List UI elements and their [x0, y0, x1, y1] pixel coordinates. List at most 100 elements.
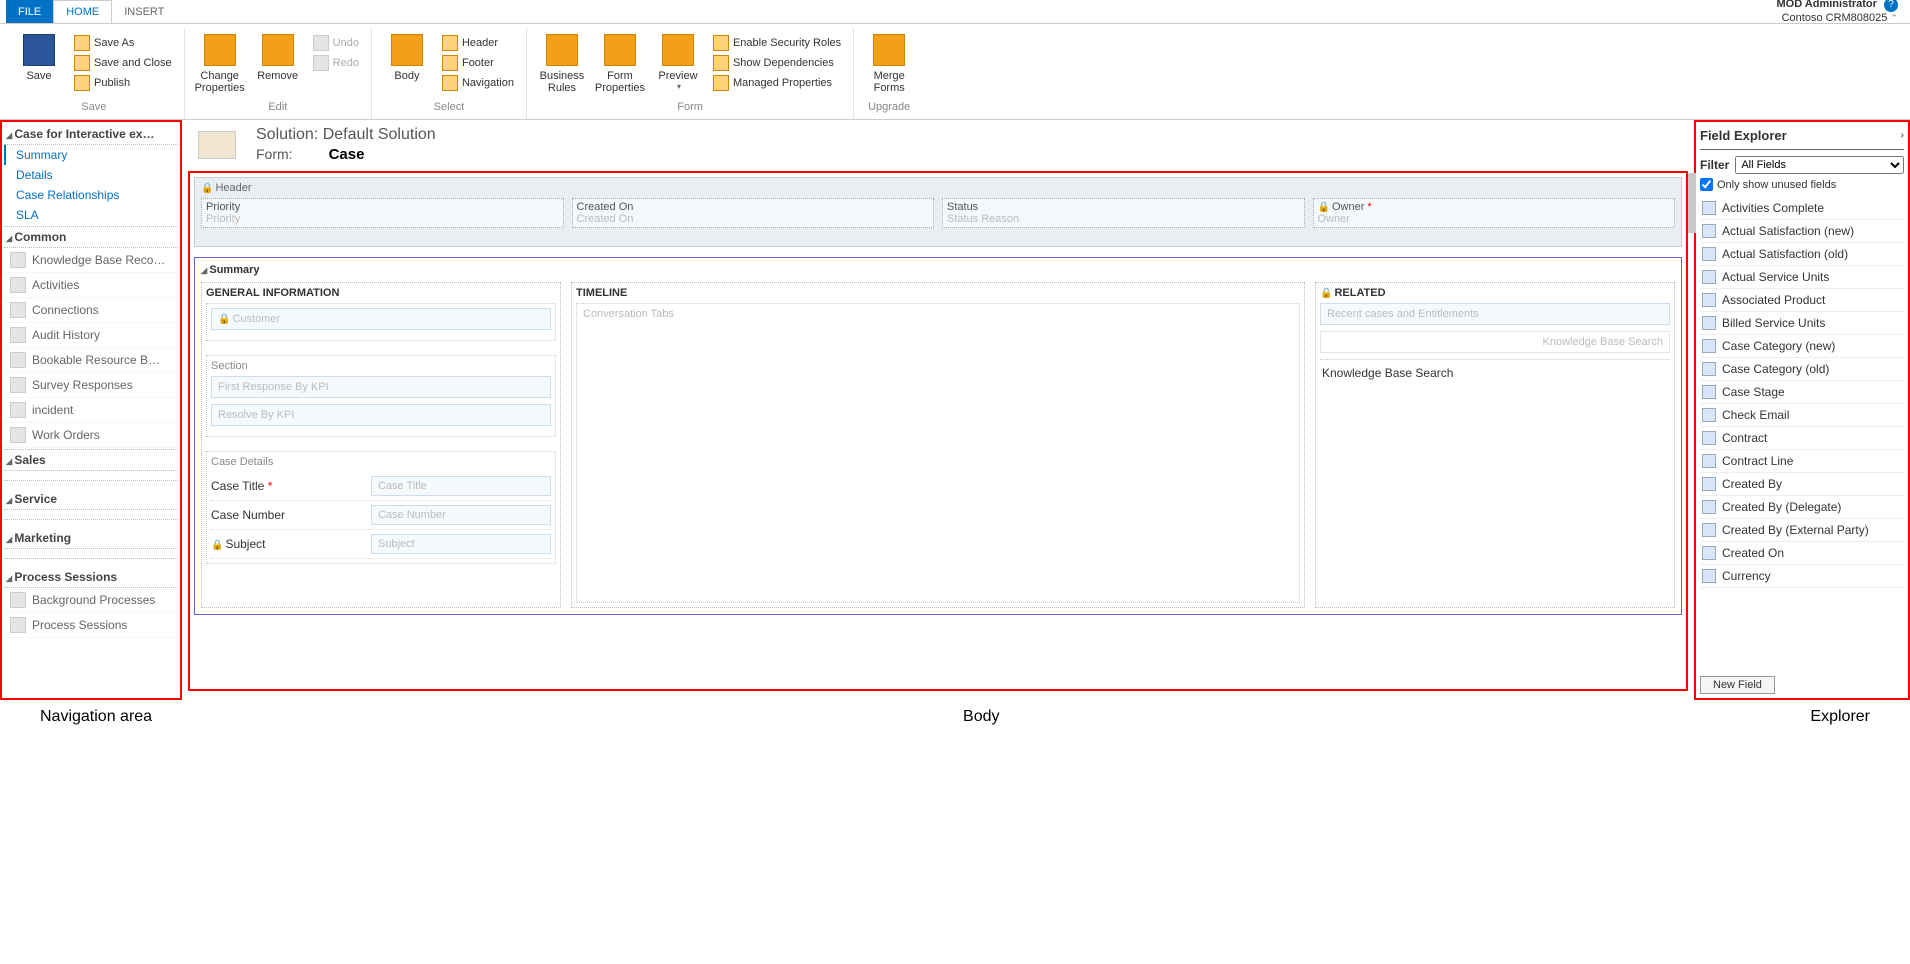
section-label: Case Details: [211, 456, 551, 468]
nav-group-case[interactable]: Case for Interactive ex…: [4, 124, 178, 145]
field-item[interactable]: Contract Line: [1700, 450, 1904, 473]
general-information-column[interactable]: GENERAL INFORMATION 🔒Customer Section Fi…: [201, 282, 561, 608]
recent-cases-control[interactable]: Recent cases and Entitlements: [1320, 303, 1670, 325]
field-item[interactable]: Created By (Delegate): [1700, 496, 1904, 519]
annotation-explorer: Explorer: [1810, 708, 1870, 726]
help-icon[interactable]: ?: [1884, 0, 1898, 12]
summary-tab[interactable]: Summary GENERAL INFORMATION 🔒Customer Se…: [194, 257, 1682, 615]
merge-forms-button[interactable]: Merge Forms: [862, 30, 916, 94]
nav-item-sla[interactable]: SLA: [4, 205, 178, 225]
field-placeholder: Status Reason: [947, 213, 1300, 225]
preview-button[interactable]: Preview: [651, 30, 705, 91]
field-item[interactable]: Actual Service Units: [1700, 266, 1904, 289]
filter-select[interactable]: All Fields: [1735, 156, 1904, 174]
remove-button[interactable]: Remove: [251, 30, 305, 82]
form-properties-button[interactable]: Form Properties: [593, 30, 647, 94]
nav-item-activities[interactable]: Activities: [4, 273, 178, 298]
field-resolve-by-kpi[interactable]: Resolve By KPI: [211, 404, 551, 426]
nav-item-case-relationships[interactable]: Case Relationships: [4, 185, 178, 205]
kb-search-placeholder[interactable]: Knowledge Base Search: [1320, 331, 1670, 353]
header-field-status[interactable]: Status Status Reason: [942, 198, 1305, 228]
nav-item-background-processes[interactable]: Background Processes: [4, 588, 178, 613]
timeline-column[interactable]: TIMELINE Conversation Tabs: [571, 282, 1305, 608]
field-label: Case Title: [211, 479, 264, 493]
nav-group-service[interactable]: Service: [4, 489, 178, 510]
undo-icon: [313, 35, 329, 51]
field-input[interactable]: Subject: [371, 534, 551, 554]
field-case-title[interactable]: Case Title * Case Title: [211, 472, 551, 501]
unused-fields-checkbox[interactable]: [1700, 178, 1713, 191]
nav-item-summary[interactable]: Summary: [4, 145, 178, 165]
header-section[interactable]: 🔒Header Priority Priority Created On Cre…: [194, 177, 1682, 247]
nav-item-bookable-resource[interactable]: Bookable Resource B…: [4, 348, 178, 373]
header-field-created-on[interactable]: Created On Created On: [572, 198, 935, 228]
header-button[interactable]: Header: [438, 34, 518, 52]
business-rules-button[interactable]: Business Rules: [535, 30, 589, 94]
header-field-owner[interactable]: 🔒Owner * Owner: [1313, 198, 1676, 228]
case-details-section[interactable]: Case Details Case Title * Case Title Cas…: [206, 451, 556, 564]
nav-item-work-orders[interactable]: Work Orders: [4, 423, 178, 448]
field-item[interactable]: Associated Product: [1700, 289, 1904, 312]
nav-group-sales[interactable]: Sales: [4, 450, 178, 471]
kpi-section[interactable]: Section First Response By KPI Resolve By…: [206, 355, 556, 437]
tab-insert[interactable]: INSERT: [112, 0, 176, 23]
summary-tab-label[interactable]: Summary: [201, 264, 1675, 276]
nav-item-survey-responses[interactable]: Survey Responses: [4, 373, 178, 398]
field-item[interactable]: Currency: [1700, 565, 1904, 588]
kb-search-control[interactable]: Knowledge Base Search: [1320, 359, 1670, 529]
save-close-button[interactable]: Save and Close: [70, 54, 176, 72]
tab-home[interactable]: HOME: [53, 0, 112, 23]
field-item[interactable]: Contract: [1700, 427, 1904, 450]
nav-group-common[interactable]: Common: [4, 227, 178, 248]
header-section-label: Header: [215, 182, 251, 194]
change-properties-button[interactable]: Change Properties: [193, 30, 247, 94]
nav-group-process-sessions[interactable]: Process Sessions: [4, 567, 178, 588]
field-item[interactable]: Case Stage: [1700, 381, 1904, 404]
customer-section[interactable]: 🔒Customer: [206, 303, 556, 341]
save-as-button[interactable]: Save As: [70, 34, 176, 52]
field-first-response-kpi[interactable]: First Response By KPI: [211, 376, 551, 398]
nav-item-details[interactable]: Details: [4, 165, 178, 185]
nav-item-incident[interactable]: incident: [4, 398, 178, 423]
nav-item-kb-records[interactable]: Knowledge Base Reco…: [4, 248, 178, 273]
managed-properties-button[interactable]: Managed Properties: [709, 74, 845, 92]
new-field-button[interactable]: New Field: [1700, 676, 1775, 694]
navigation-button[interactable]: Navigation: [438, 74, 518, 92]
save-button[interactable]: Save: [12, 30, 66, 82]
header-icon: [442, 35, 458, 51]
field-item[interactable]: Activities Complete: [1700, 197, 1904, 220]
scrollbar-thumb[interactable]: [1688, 173, 1696, 233]
nav-item-connections[interactable]: Connections: [4, 298, 178, 323]
show-dependencies-button[interactable]: Show Dependencies: [709, 54, 845, 72]
nav-group-marketing[interactable]: Marketing: [4, 528, 178, 549]
tab-file[interactable]: FILE: [6, 0, 53, 23]
field-input[interactable]: Case Number: [371, 505, 551, 525]
field-item[interactable]: Created By: [1700, 473, 1904, 496]
footer-button[interactable]: Footer: [438, 54, 518, 72]
field-item[interactable]: Check Email: [1700, 404, 1904, 427]
body-button[interactable]: Body: [380, 30, 434, 82]
related-column[interactable]: 🔒RELATED Recent cases and Entitlements K…: [1315, 282, 1675, 608]
field-subject[interactable]: 🔒Subject Subject: [211, 530, 551, 559]
field-item[interactable]: Created By (External Party): [1700, 519, 1904, 542]
field-case-number[interactable]: Case Number Case Number: [211, 501, 551, 530]
undo-button[interactable]: Undo: [309, 34, 363, 52]
field-item[interactable]: Case Category (new): [1700, 335, 1904, 358]
field-item[interactable]: Actual Satisfaction (old): [1700, 243, 1904, 266]
nav-item-process-sessions[interactable]: Process Sessions: [4, 613, 178, 638]
chevron-right-icon[interactable]: ›: [1901, 130, 1904, 141]
collapse-icon[interactable]: ⌃: [1890, 13, 1898, 23]
publish-button[interactable]: Publish: [70, 74, 176, 92]
enable-security-roles-button[interactable]: Enable Security Roles: [709, 34, 845, 52]
change-properties-label: Change Properties: [193, 70, 247, 94]
redo-button[interactable]: Redo: [309, 54, 363, 72]
header-field-priority[interactable]: Priority Priority: [201, 198, 564, 228]
field-input[interactable]: Case Title: [371, 476, 551, 496]
conversation-tabs-control[interactable]: Conversation Tabs: [576, 303, 1300, 603]
nav-item-label: Activities: [32, 278, 79, 292]
field-item[interactable]: Billed Service Units: [1700, 312, 1904, 335]
field-item[interactable]: Created On: [1700, 542, 1904, 565]
nav-item-audit-history[interactable]: Audit History: [4, 323, 178, 348]
field-item[interactable]: Actual Satisfaction (new): [1700, 220, 1904, 243]
field-item[interactable]: Case Category (old): [1700, 358, 1904, 381]
